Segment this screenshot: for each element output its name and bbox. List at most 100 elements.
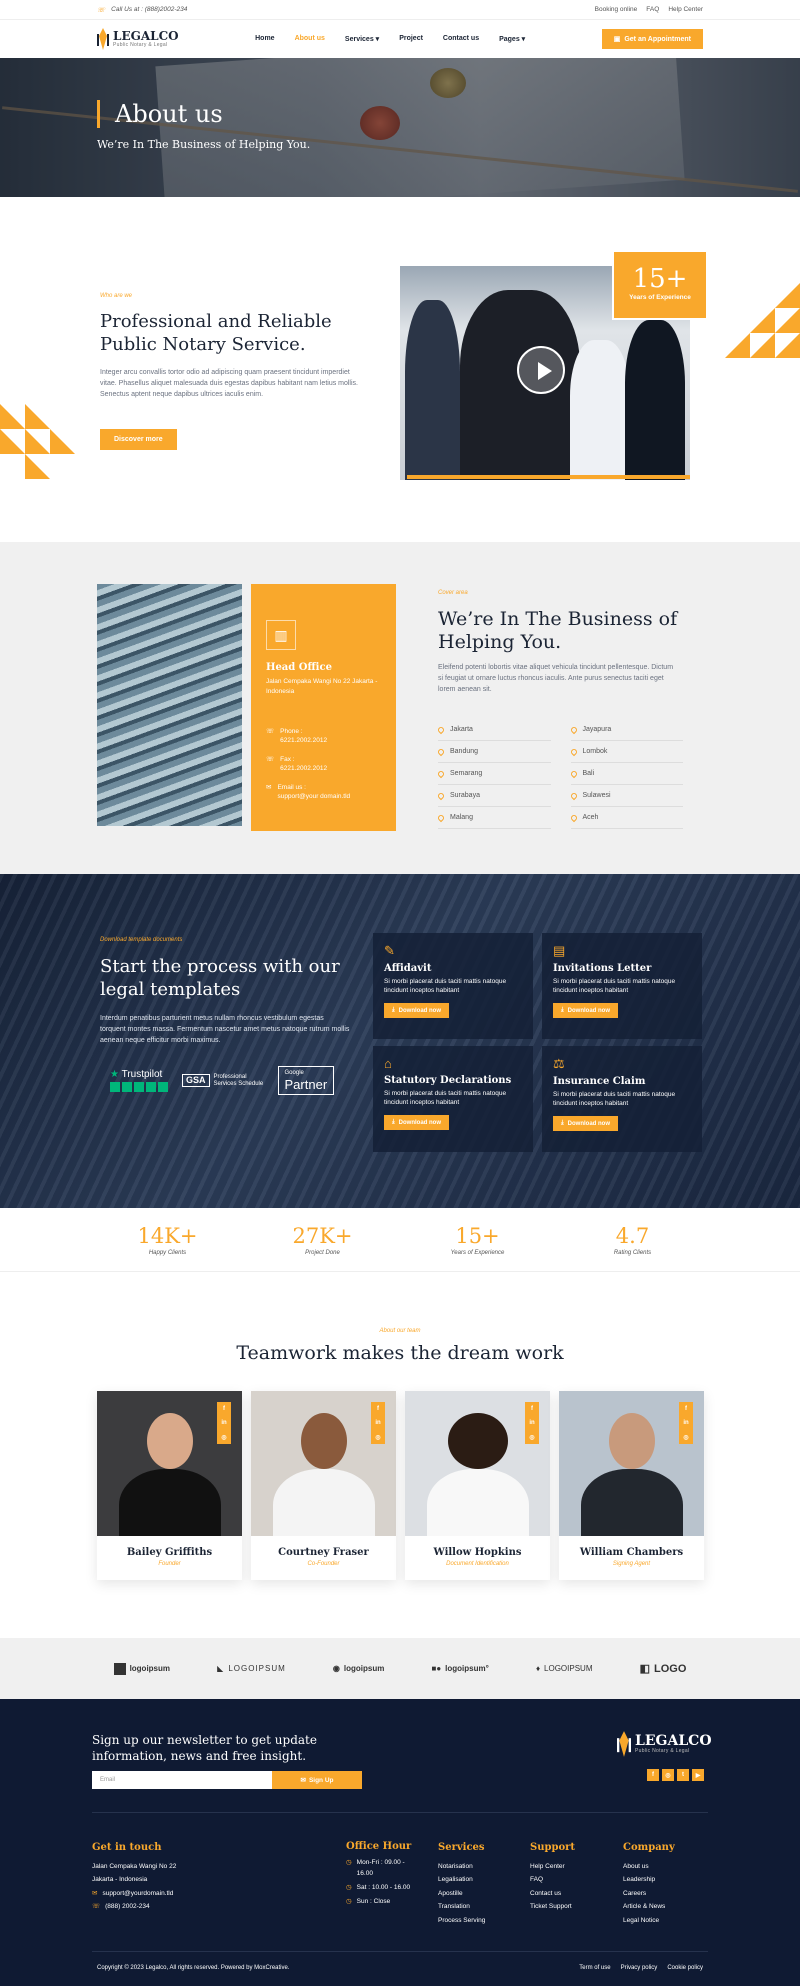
mail-icon: ✉ [266, 784, 272, 791]
email-value[interactable]: support@your domain.tld [277, 792, 350, 801]
trustpilot-badge: ★ Trustpilot [110, 1069, 168, 1092]
linkedin-icon[interactable]: in [217, 1416, 231, 1430]
head-office-email: ✉ Email us : support@your domain.tld [266, 783, 381, 801]
linkedin-icon[interactable]: in [525, 1416, 539, 1430]
footer-link[interactable]: Contact us [530, 1887, 575, 1901]
footer-link[interactable]: Legalisation [438, 1873, 485, 1887]
template-title: Statutory Declarations [384, 1075, 512, 1086]
link-privacy-policy[interactable]: Privacy policy [621, 1965, 658, 1971]
download-button[interactable]: ⤓ Download now [384, 1003, 449, 1018]
nav-about-us[interactable]: About us [295, 35, 325, 43]
instagram-icon[interactable]: ◎ [217, 1430, 231, 1444]
member-role: Document Identification [446, 1561, 509, 1567]
nav-services[interactable]: Services ▾ [345, 35, 379, 43]
template-title: Affidavit [384, 963, 432, 974]
link-booking-online[interactable]: Booking online [595, 6, 638, 13]
link-term-of-use[interactable]: Term of use [579, 1965, 610, 1971]
footer-social: f ◎ t ▶ [647, 1769, 704, 1781]
footer-link[interactable]: Apostille [438, 1887, 485, 1901]
phone-label: Phone : [280, 728, 303, 735]
footer-link[interactable]: Notarisation [438, 1860, 485, 1874]
stat-value: 4.7 [615, 1223, 650, 1248]
twitter-icon[interactable]: t [677, 1769, 689, 1781]
divider [92, 1951, 708, 1952]
newsletter-email-input[interactable]: Email [92, 1771, 272, 1789]
facebook-icon[interactable]: f [679, 1402, 693, 1416]
link-cookie-policy[interactable]: Cookie policy [667, 1965, 703, 1971]
logo-text: logoipsum [129, 1664, 171, 1673]
stat-value: 15+ [455, 1223, 500, 1248]
footer-link[interactable]: Help Center [530, 1860, 575, 1874]
social-links: f in ◎ [679, 1402, 693, 1444]
nav-contact-us[interactable]: Contact us [443, 35, 479, 43]
experience-value: 15+ [632, 264, 688, 294]
footer-link[interactable]: Process Serving [438, 1914, 485, 1928]
contact-email[interactable]: support@yourdomain.tld [102, 1887, 173, 1901]
footer-link[interactable]: Legal Notice [623, 1914, 675, 1928]
nav-home[interactable]: Home [255, 35, 274, 43]
facebook-icon[interactable]: f [371, 1402, 385, 1416]
facebook-icon[interactable]: f [647, 1769, 659, 1781]
instagram-icon[interactable]: ◎ [371, 1430, 385, 1444]
footer-link[interactable]: FAQ [530, 1873, 575, 1887]
logo-mark-icon [113, 1662, 126, 1675]
sign-up-button[interactable]: ✉ Sign Up [272, 1771, 362, 1789]
linkedin-icon[interactable]: in [679, 1416, 693, 1430]
facebook-icon[interactable]: f [525, 1402, 539, 1416]
instagram-icon[interactable]: ◎ [525, 1430, 539, 1444]
footer-support: Support Help Center FAQ Contact us Ticke… [530, 1841, 575, 1914]
template-card: ▤ Invitations Letter Si morbi placerat d… [542, 933, 702, 1039]
city-name: Bali [582, 770, 595, 777]
experience-badge: 15+ Years of Experience [612, 250, 708, 320]
member-body [581, 1469, 683, 1536]
discover-more-button[interactable]: Discover more [100, 429, 177, 450]
footer-link[interactable]: Translation [438, 1900, 485, 1914]
footer-link[interactable]: Careers [623, 1887, 675, 1901]
phone-icon: ☏ [266, 728, 275, 735]
team-section: About our team Teamwork makes the dream … [0, 1272, 800, 1638]
appointment-button[interactable]: ▣ Get an Appointment [601, 29, 703, 49]
download-button[interactable]: ⤓ Download now [553, 1003, 618, 1018]
download-button[interactable]: ⤓ Download now [553, 1116, 618, 1131]
mail-icon: ✉ [300, 1777, 306, 1784]
member-head [609, 1413, 655, 1469]
logo-text: logoipsum° [445, 1664, 489, 1673]
rating-stars [110, 1082, 168, 1092]
star-icon [122, 1082, 132, 1092]
pen-nib-logo-icon [97, 28, 109, 50]
footer-link[interactable]: Leadership [623, 1873, 675, 1887]
contact-phone[interactable]: (888) 2002-234 [105, 1900, 149, 1914]
page-title: About us [115, 100, 223, 128]
appointment-label: Get an Appointment [624, 35, 691, 43]
head-office-phone: ☏ Phone : 6221.2002.2012 [266, 727, 381, 745]
nav-project[interactable]: Project [399, 35, 423, 43]
linkedin-icon[interactable]: in [371, 1416, 385, 1430]
templates-title: Start the process with our legal templat… [100, 956, 340, 1000]
location-pin-icon [436, 769, 446, 778]
footer-heading: Support [530, 1842, 576, 1853]
member-photo: f in ◎ [251, 1391, 396, 1536]
brand-logo[interactable]: LEGALCO Public Notary & Legal [97, 28, 179, 50]
link-help-center[interactable]: Help Center [668, 6, 703, 13]
city-list: Jakarta Jayapura Bandung Lombok Semarang… [436, 719, 683, 829]
download-button[interactable]: ⤓ Download now [384, 1115, 449, 1130]
footer-logo[interactable]: LEGALCO Public Notary & Legal [617, 1731, 712, 1757]
play-video-button[interactable] [517, 346, 565, 394]
instagram-icon[interactable]: ◎ [662, 1769, 674, 1781]
instagram-icon[interactable]: ◎ [679, 1430, 693, 1444]
gavel-icon: ⚖ [553, 1056, 565, 1071]
footer-link[interactable]: Article & News [623, 1900, 675, 1914]
team-card: f in ◎ Bailey Griffiths Founder [97, 1391, 242, 1580]
clock-icon: ◷ [346, 1859, 352, 1866]
nav-pages[interactable]: Pages ▾ [499, 35, 525, 43]
youtube-icon[interactable]: ▶ [692, 1769, 704, 1781]
person-figure [625, 320, 685, 480]
city-name: Surabaya [450, 792, 480, 799]
footer-link[interactable]: Ticket Support [530, 1900, 575, 1914]
footer-link[interactable]: About us [623, 1860, 675, 1874]
facebook-icon[interactable]: f [217, 1402, 231, 1416]
template-title: Insurance Claim [553, 1076, 646, 1087]
hero-accent-bar [97, 100, 100, 128]
contact-address: Jalan Cempaka Wangi No 22 [92, 1862, 177, 1870]
link-faq[interactable]: FAQ [646, 6, 659, 13]
